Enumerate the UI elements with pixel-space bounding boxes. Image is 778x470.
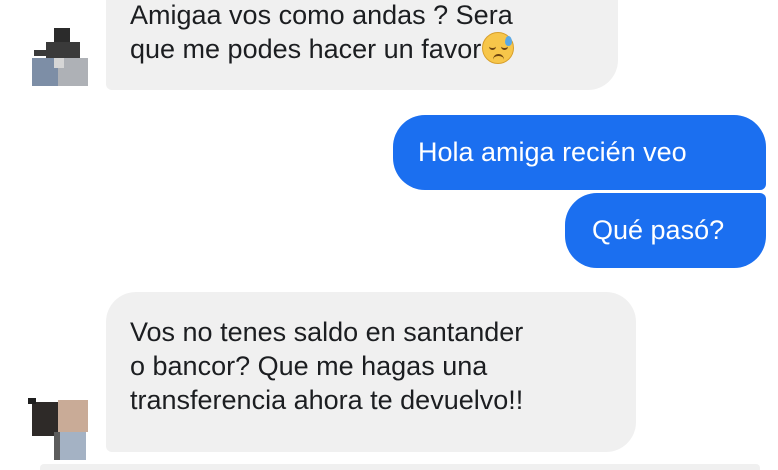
message-text-line: o bancor? Que me hagas una [130, 351, 488, 381]
downcast-sweat-face-emoji [482, 32, 515, 64]
message-thread: Amigaa vos como andas ? Sera que me pode… [0, 0, 778, 470]
outgoing-message-bubble[interactable]: Hola amiga recién veo [393, 115, 766, 190]
contact-avatar[interactable] [32, 28, 88, 86]
message-text-line: Qué pasó? [592, 215, 725, 245]
contact-avatar[interactable] [28, 398, 90, 460]
outgoing-message-bubble[interactable]: Qué pasó? [565, 193, 766, 268]
message-text: que me podes hacer un favor [130, 34, 482, 64]
incoming-message-bubble[interactable]: Vos no tenes saldo en santander o bancor… [106, 292, 636, 452]
message-text-line: Vos no tenes saldo en santander [130, 317, 524, 347]
incoming-message-bubble[interactable]: Amigaa vos como andas ? Sera que me pode… [106, 0, 618, 90]
message-text-line: que me podes hacer un favor [130, 32, 594, 66]
message-text-line: transferencia ahora te devuelvo!! [130, 385, 524, 415]
message-text-line: Hola amiga recién veo [418, 137, 687, 167]
message-text-line: Amigaa vos como andas ? Sera [130, 0, 513, 30]
next-message-bubble-edge [40, 464, 760, 470]
